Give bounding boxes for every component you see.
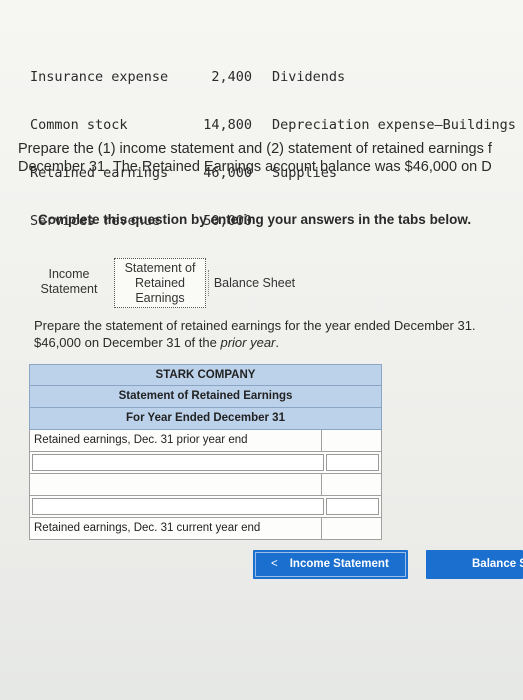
complete-instruction: Complete this question by entering your …	[38, 212, 472, 227]
amount-input[interactable]	[322, 518, 381, 539]
tab-label: Balance Sheet	[213, 276, 296, 290]
account-amount: 14,800	[203, 117, 252, 133]
tab-income-statement[interactable]: Income Statement	[30, 258, 108, 308]
prev-income-statement-button[interactable]: < Income Statement	[253, 550, 408, 579]
amount-input[interactable]	[326, 498, 379, 515]
tab-label: Income	[48, 267, 90, 281]
table-row	[29, 474, 382, 496]
row-label: Retained earnings, Dec. 31 current year …	[30, 518, 322, 539]
instruction-line: Prepare the statement of retained earnin…	[34, 318, 476, 333]
instruction-line: $46,000 on December 31 of the prior year…	[34, 335, 523, 352]
button-label: Income Statement	[289, 558, 389, 570]
account-name: Dividends	[272, 69, 346, 85]
label-input[interactable]	[32, 454, 324, 471]
tab-statement-of-retained-earnings[interactable]: Statement of Retained Earnings	[114, 258, 206, 308]
tab-label: Statement	[40, 282, 98, 296]
company-name: STARK COMPANY	[29, 364, 382, 386]
statement-title: Statement of Retained Earnings	[29, 386, 382, 408]
amount-input[interactable]	[322, 430, 381, 451]
label-input[interactable]	[32, 498, 324, 515]
account-amount: 2,400	[211, 69, 252, 85]
next-balance-sheet-button[interactable]: Balance S	[426, 550, 523, 579]
instruction-text: $46,000 on December 31 of the	[34, 334, 221, 350]
instruction-italic: prior year	[220, 334, 276, 350]
table-row	[29, 496, 382, 518]
retained-earnings-statement: STARK COMPANY Statement of Retained Earn…	[29, 364, 382, 540]
instruction-text: .	[275, 334, 280, 350]
prompt-line: Prepare the (1) income statement and (2)…	[18, 141, 492, 157]
account-name: Common stock	[30, 117, 128, 133]
button-label: Balance S	[472, 558, 523, 570]
row-label: Retained earnings, Dec. 31 prior year en…	[30, 430, 322, 451]
tab-label: Retained	[134, 276, 186, 290]
amount-input[interactable]	[326, 454, 379, 471]
tab-balance-sheet[interactable]: Balance Sheet	[208, 270, 300, 296]
row-label-empty	[30, 474, 322, 495]
tab-label: Statement of	[124, 261, 196, 275]
statement-period: For Year Ended December 31	[29, 408, 382, 430]
account-name: Depreciation expense—Buildings	[272, 117, 516, 133]
account-name: Insurance expense	[30, 69, 169, 85]
chevron-left-icon: <	[271, 558, 278, 570]
worksheet-page: Insurance expense Common stock Retained …	[0, 0, 523, 700]
tab-instructions: Prepare the statement of retained earnin…	[34, 318, 523, 351]
account-names-col-2: Dividends Depreciation expense—Buildings…	[272, 37, 516, 213]
table-row: Retained earnings, Dec. 31 prior year en…	[29, 430, 382, 452]
question-prompt: Prepare the (1) income statement and (2)…	[18, 140, 523, 176]
prompt-line: December 31. The Retained Earnings accou…	[18, 159, 492, 175]
table-row: Retained earnings, Dec. 31 current year …	[29, 518, 382, 540]
amount-input[interactable]	[322, 474, 381, 495]
tab-label: Earnings	[135, 291, 185, 305]
table-row	[29, 452, 382, 474]
